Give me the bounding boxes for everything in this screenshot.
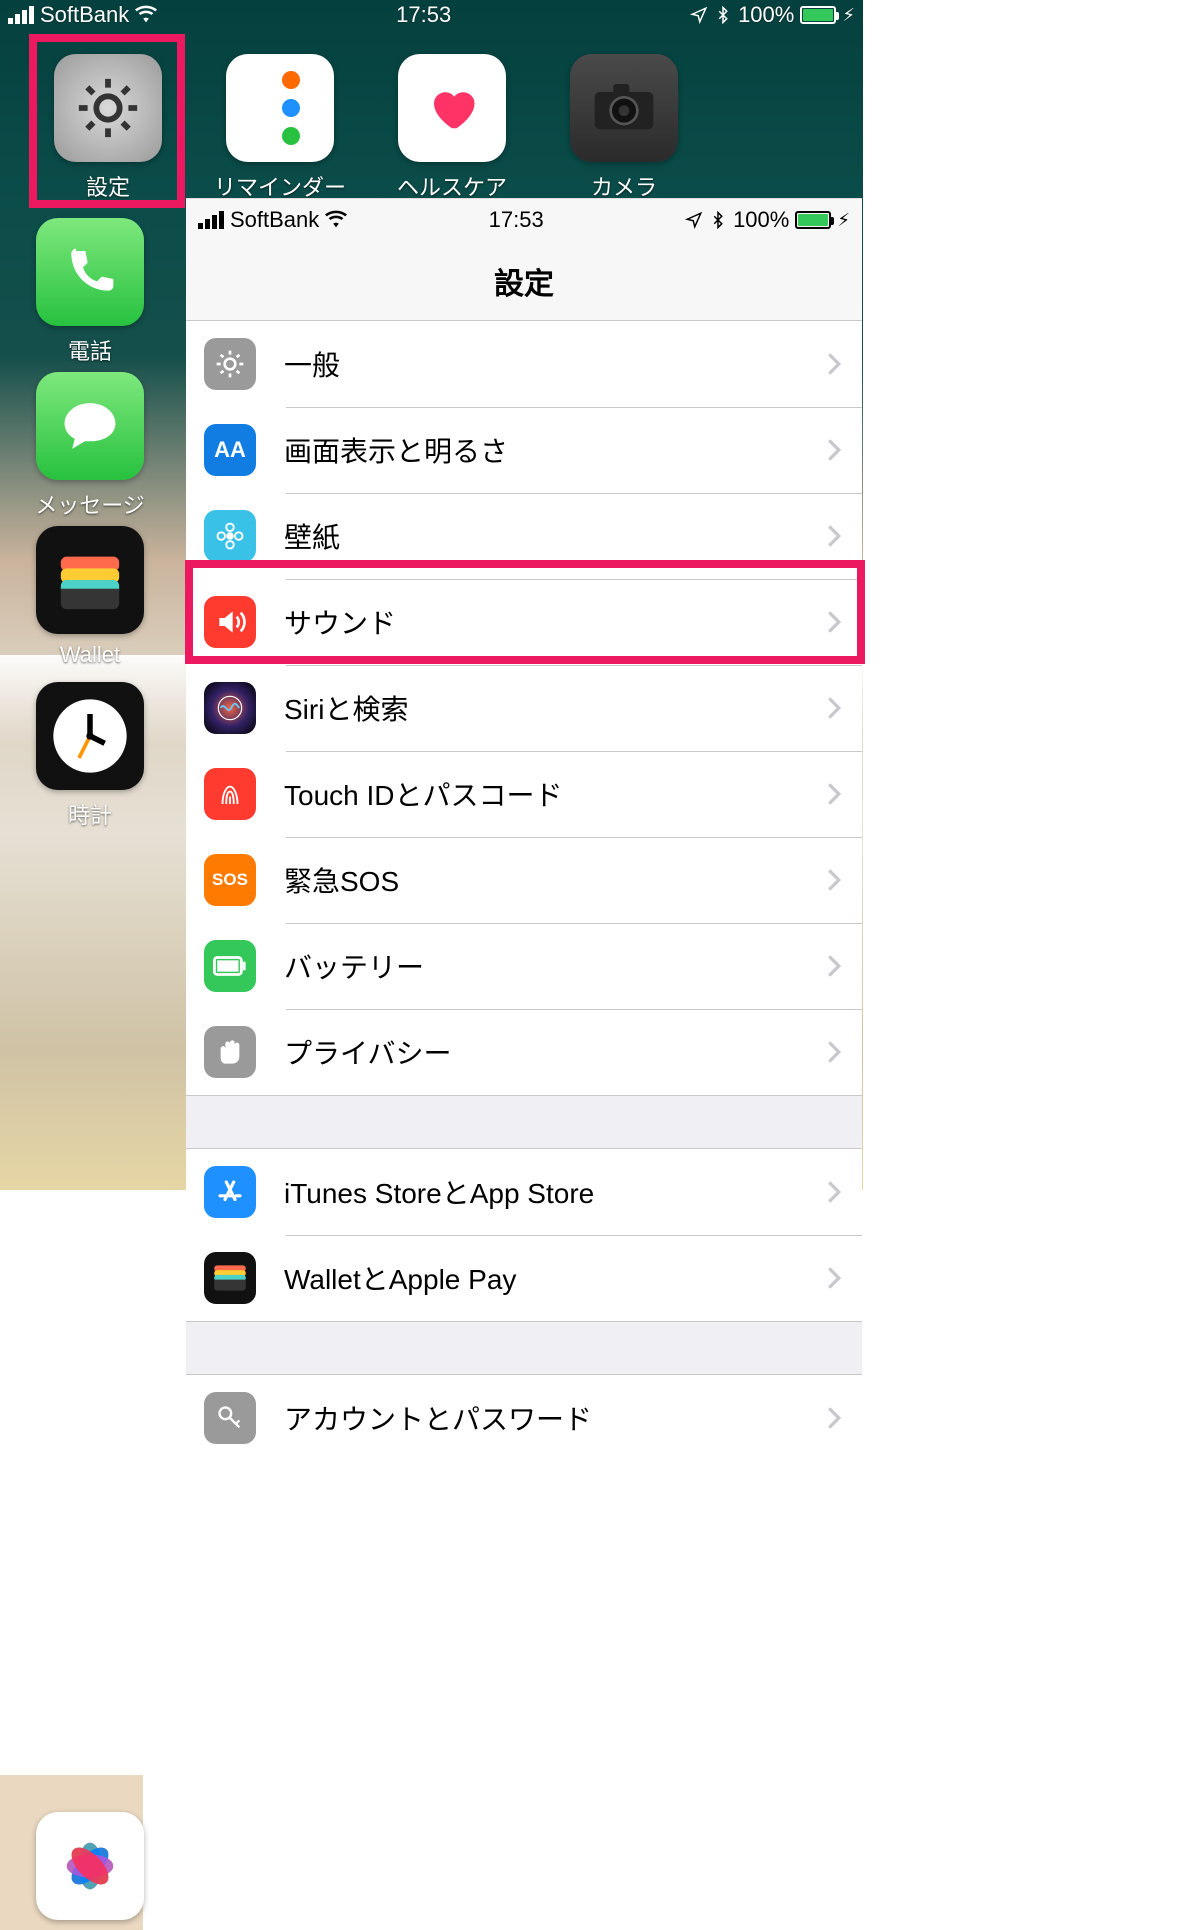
carrier-label: SoftBank <box>230 207 319 233</box>
row-touchid[interactable]: Touch IDとパスコード <box>186 751 862 837</box>
row-label: バッテリー <box>284 946 826 986</box>
sos-icon: SOS <box>212 870 248 890</box>
row-display[interactable]: AA 画面表示と明るさ <box>186 407 862 493</box>
app-label: 電話 <box>10 334 170 366</box>
display-icon: AA <box>214 437 246 463</box>
clock-label: 17:53 <box>489 207 544 233</box>
clock-icon <box>46 692 134 780</box>
section-divider <box>186 1321 862 1375</box>
wallet-icon <box>55 550 125 610</box>
battery-icon <box>213 956 247 976</box>
heart-icon <box>425 81 479 135</box>
highlight-sound-row <box>185 560 865 664</box>
battery-icon <box>795 211 831 229</box>
app-reminders[interactable]: リマインダー <box>200 54 360 202</box>
battery-icon <box>800 6 836 24</box>
charging-icon: ⚡︎ <box>842 5 855 26</box>
chevron-right-icon <box>826 953 842 979</box>
hand-icon <box>216 1038 244 1066</box>
row-siri[interactable]: Siriと検索 <box>186 665 862 751</box>
reminders-icon <box>226 54 334 162</box>
bluetooth-icon <box>714 6 732 24</box>
wifi-icon <box>135 4 157 26</box>
settings-title: 設定 <box>186 241 862 321</box>
row-label: 緊急SOS <box>284 860 826 900</box>
app-label: メッセージ <box>10 488 170 520</box>
gear-icon <box>214 348 246 380</box>
chevron-right-icon <box>826 1179 842 1205</box>
wifi-icon <box>325 209 347 231</box>
app-health[interactable]: ヘルスケア <box>372 54 532 202</box>
fingerprint-icon <box>215 779 245 809</box>
row-general[interactable]: 一般 <box>186 321 862 407</box>
app-label: Wallet <box>10 642 170 668</box>
message-icon <box>59 398 121 454</box>
signal-icon <box>8 6 34 24</box>
appstore-icon <box>215 1177 245 1207</box>
bluetooth-icon <box>709 211 727 229</box>
chevron-right-icon <box>826 695 842 721</box>
battery-pct: 100% <box>733 207 789 233</box>
app-label: 時計 <box>10 798 170 830</box>
home-status-bar: SoftBank 17:53 100% ⚡︎ <box>0 0 863 30</box>
row-label: Touch IDとパスコード <box>284 774 826 814</box>
key-icon <box>216 1404 244 1432</box>
wallet-icon <box>211 1262 249 1294</box>
siri-icon <box>216 694 244 722</box>
row-label: WalletとApple Pay <box>284 1258 826 1298</box>
chevron-right-icon <box>826 781 842 807</box>
chevron-right-icon <box>826 351 842 377</box>
row-walletpay[interactable]: WalletとApple Pay <box>186 1235 862 1321</box>
row-label: iTunes StoreとApp Store <box>284 1172 826 1212</box>
row-itunes[interactable]: iTunes StoreとApp Store <box>186 1149 862 1235</box>
settings-status-bar: SoftBank 17:53 100% ⚡︎ <box>186 199 862 241</box>
charging-icon: ⚡︎ <box>837 210 850 231</box>
row-label: アカウントとパスワード <box>284 1398 826 1438</box>
chevron-right-icon <box>826 867 842 893</box>
chevron-right-icon <box>826 437 842 463</box>
highlight-settings-app <box>29 34 185 208</box>
row-accounts[interactable]: アカウントとパスワード <box>186 1375 862 1461</box>
chevron-right-icon <box>826 1039 842 1065</box>
phone-icon <box>62 244 118 300</box>
chevron-right-icon <box>826 1405 842 1431</box>
app-clock[interactable]: 時計 <box>10 682 170 830</box>
app-phone[interactable]: 電話 <box>10 218 170 366</box>
chevron-right-icon <box>826 1265 842 1291</box>
clock-label: 17:53 <box>396 2 451 28</box>
chevron-right-icon <box>826 523 842 549</box>
location-icon <box>685 211 703 229</box>
settings-screen: SoftBank 17:53 100% ⚡︎ 設定 一般 AA 画面表示と明るさ… <box>186 198 862 1930</box>
app-messages[interactable]: メッセージ <box>10 372 170 520</box>
location-icon <box>690 6 708 24</box>
app-wallet[interactable]: Wallet <box>10 526 170 668</box>
photos-icon <box>55 1831 125 1901</box>
battery-pct: 100% <box>738 2 794 28</box>
app-photos[interactable] <box>10 1812 170 1920</box>
row-label: プライバシー <box>284 1032 826 1072</box>
row-sos[interactable]: SOS 緊急SOS <box>186 837 862 923</box>
app-camera[interactable]: カメラ <box>544 54 704 202</box>
row-label: Siriと検索 <box>284 688 826 728</box>
row-label: 一般 <box>284 344 826 384</box>
section-divider <box>186 1095 862 1149</box>
carrier-label: SoftBank <box>40 2 129 28</box>
signal-icon <box>198 211 224 229</box>
camera-icon <box>592 84 656 132</box>
flower-icon <box>215 521 245 551</box>
row-privacy[interactable]: プライバシー <box>186 1009 862 1095</box>
row-label: 画面表示と明るさ <box>284 430 826 470</box>
row-label: 壁紙 <box>284 516 826 556</box>
row-battery[interactable]: バッテリー <box>186 923 862 1009</box>
